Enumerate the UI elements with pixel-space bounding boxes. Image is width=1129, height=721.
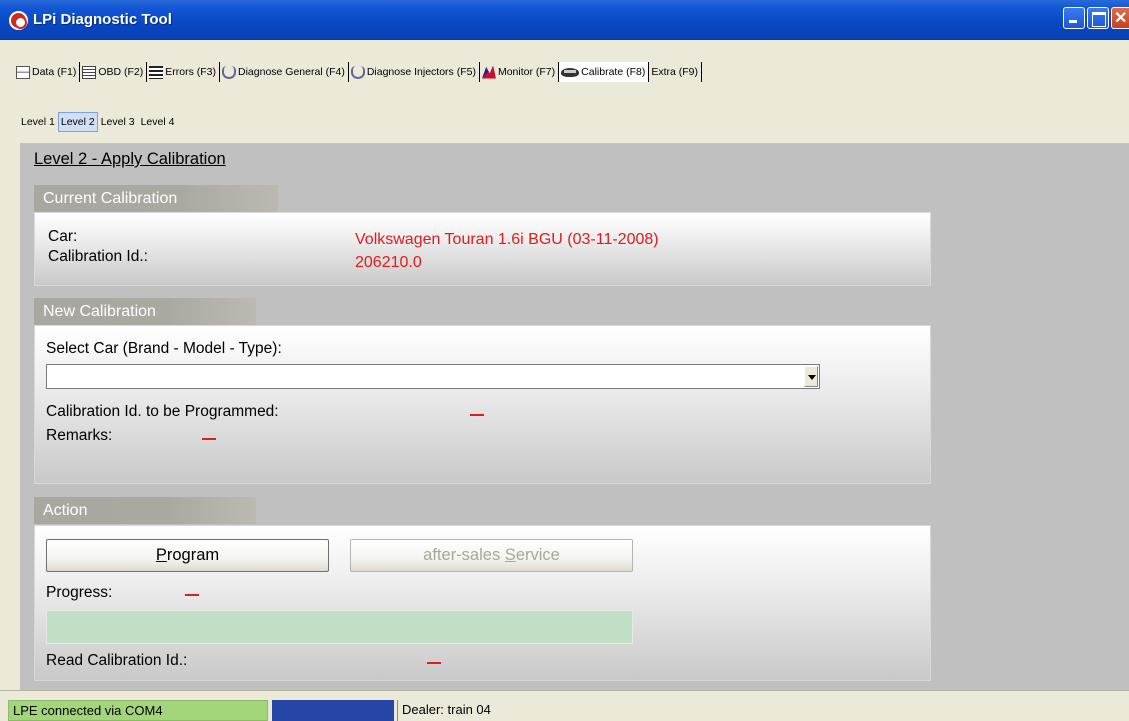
tab-monitor-label: Monitor (F7) bbox=[497, 66, 556, 78]
chip-icon bbox=[561, 67, 580, 77]
read-calibration-value bbox=[427, 662, 441, 664]
tab-diagnose-general-label: Diagnose General (F4) bbox=[238, 66, 345, 78]
new-calibration-header: New Calibration bbox=[34, 298, 256, 325]
current-calibration-header: Current Calibration bbox=[34, 185, 278, 212]
current-calibration-box bbox=[34, 212, 931, 286]
tab-diagnose-injectors-label: Diagnose Injectors (F5) bbox=[366, 66, 476, 78]
tab-data[interactable]: Data (F1) bbox=[14, 62, 81, 82]
tab-monitor[interactable]: Monitor (F7) bbox=[480, 62, 560, 82]
tab-diagnose-general[interactable]: Diagnose General (F4) bbox=[220, 62, 349, 82]
stethoscope-icon bbox=[350, 65, 365, 79]
select-car-label: Select Car (Brand - Model - Type): bbox=[46, 340, 282, 357]
select-car-dropdown[interactable] bbox=[46, 364, 820, 389]
level-tabs: Level 1 Level 2 Level 3 Level 4 bbox=[18, 110, 177, 134]
read-calibration-label: Read Calibration Id.: bbox=[46, 652, 188, 669]
calibration-to-program-label: Calibration Id. to be Programmed: bbox=[46, 403, 279, 420]
action-header: Action bbox=[34, 497, 256, 524]
tab-errors-label: Errors (F3) bbox=[165, 66, 217, 78]
tab-obd[interactable]: OBD (F2) bbox=[80, 62, 148, 82]
close-button[interactable] bbox=[1111, 7, 1129, 29]
tab-calibrate[interactable]: Calibrate (F8) bbox=[559, 62, 650, 82]
status-progress-indicator bbox=[272, 700, 394, 721]
tab-obd-label: OBD (F2) bbox=[98, 66, 144, 78]
remarks-label: Remarks: bbox=[46, 427, 113, 444]
after-sales-service-button[interactable]: after-sales Service bbox=[350, 539, 633, 572]
app-logo-icon bbox=[9, 11, 28, 30]
monitor-chart-icon bbox=[481, 65, 496, 79]
progress-label: Progress: bbox=[46, 584, 113, 601]
tab-diagnose-injectors[interactable]: Diagnose Injectors (F5) bbox=[349, 62, 480, 82]
main-menu: Data (F1) OBD (F2) Errors (F3) Diagnose … bbox=[0, 40, 1129, 98]
progress-bar bbox=[46, 610, 633, 644]
title-bar: LPi Diagnostic Tool bbox=[0, 0, 1129, 40]
tab-errors[interactable]: Errors (F3) bbox=[147, 62, 221, 82]
tab-data-label: Data (F1) bbox=[32, 66, 77, 78]
subtab-level-2[interactable]: Level 2 bbox=[57, 112, 98, 132]
minimize-button[interactable] bbox=[1063, 7, 1085, 29]
calibration-to-program-value bbox=[470, 414, 484, 416]
errors-list-icon bbox=[149, 65, 164, 79]
tab-extra-label: Extra (F9) bbox=[651, 66, 699, 78]
current-car-value: Volkswagen Touran 1.6i BGU (03-11-2008) bbox=[355, 231, 659, 248]
current-calibration-id-value: 206210.0 bbox=[355, 254, 422, 271]
status-bar: LPE connected via COM4 Dealer: train 04 bbox=[0, 690, 1129, 721]
chevron-down-icon[interactable] bbox=[804, 366, 818, 387]
car-label: Car: bbox=[48, 228, 78, 245]
obd-table-icon bbox=[82, 65, 97, 79]
connection-status: LPE connected via COM4 bbox=[8, 700, 268, 721]
progress-value bbox=[185, 594, 199, 596]
dealer-status: Dealer: train 04 bbox=[397, 700, 1129, 721]
maximize-button[interactable] bbox=[1087, 7, 1109, 29]
subtab-level-3[interactable]: Level 3 bbox=[98, 112, 138, 132]
window-title: LPi Diagnostic Tool bbox=[33, 11, 172, 28]
subtab-level-4[interactable]: Level 4 bbox=[138, 112, 178, 132]
subtab-level-1[interactable]: Level 1 bbox=[18, 112, 58, 132]
tab-extra[interactable]: Extra (F9) bbox=[649, 62, 703, 82]
program-button[interactable]: Program bbox=[46, 539, 329, 572]
data-sheet-icon bbox=[16, 65, 30, 79]
stethoscope-icon bbox=[222, 65, 237, 79]
page-title: Level 2 - Apply Calibration bbox=[34, 150, 226, 168]
tab-calibrate-label: Calibrate (F8) bbox=[581, 66, 646, 78]
calibration-id-label: Calibration Id.: bbox=[48, 248, 148, 265]
remarks-value bbox=[202, 438, 216, 440]
